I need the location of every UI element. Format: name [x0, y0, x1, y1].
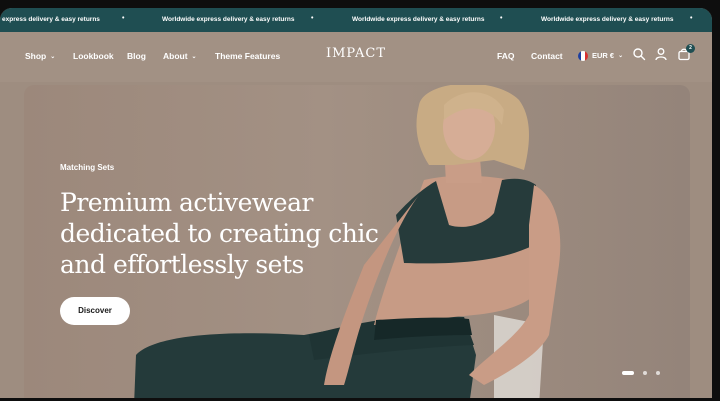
hero-slideshow: Matching Sets Premium activewear dedicat… [24, 85, 690, 398]
announcement-item: Worldwide express delivery & easy return… [352, 16, 485, 23]
slide-indicator-active[interactable] [622, 371, 634, 375]
slide-indicator[interactable] [643, 371, 647, 375]
nav-contact[interactable]: Contact [531, 51, 563, 61]
nav-faq[interactable]: FAQ [497, 51, 514, 61]
hero-eyebrow: Matching Sets [60, 163, 115, 172]
separator-dot: • [690, 15, 693, 22]
separator-dot: • [311, 15, 314, 22]
separator-dot: • [122, 15, 125, 22]
announcement-bar: express delivery & easy returns • Worldw… [0, 8, 712, 32]
user-icon[interactable] [654, 47, 668, 61]
announcement-item: express delivery & easy returns [2, 16, 100, 23]
separator-dot: • [500, 15, 503, 22]
discover-button[interactable]: Discover [60, 297, 130, 325]
storefront-window: express delivery & easy returns • Worldw… [0, 8, 712, 398]
site-header: Shop ⌄ Lookbook Blog About ⌄ Theme Feature… [0, 32, 712, 82]
announcement-item: Worldwide express delivery & easy return… [541, 16, 674, 23]
hero-headline: Premium activewear dedicated to creating… [60, 188, 379, 279]
search-icon[interactable] [632, 47, 646, 61]
chevron-down-icon: ⌄ [618, 53, 624, 59]
announcement-item: Worldwide express delivery & easy return… [162, 16, 295, 23]
cart-count-badge: 2 [686, 44, 695, 53]
slide-indicator[interactable] [656, 371, 660, 375]
france-flag-icon [578, 51, 588, 61]
currency-selector[interactable]: EUR € ⌄ [592, 51, 623, 60]
